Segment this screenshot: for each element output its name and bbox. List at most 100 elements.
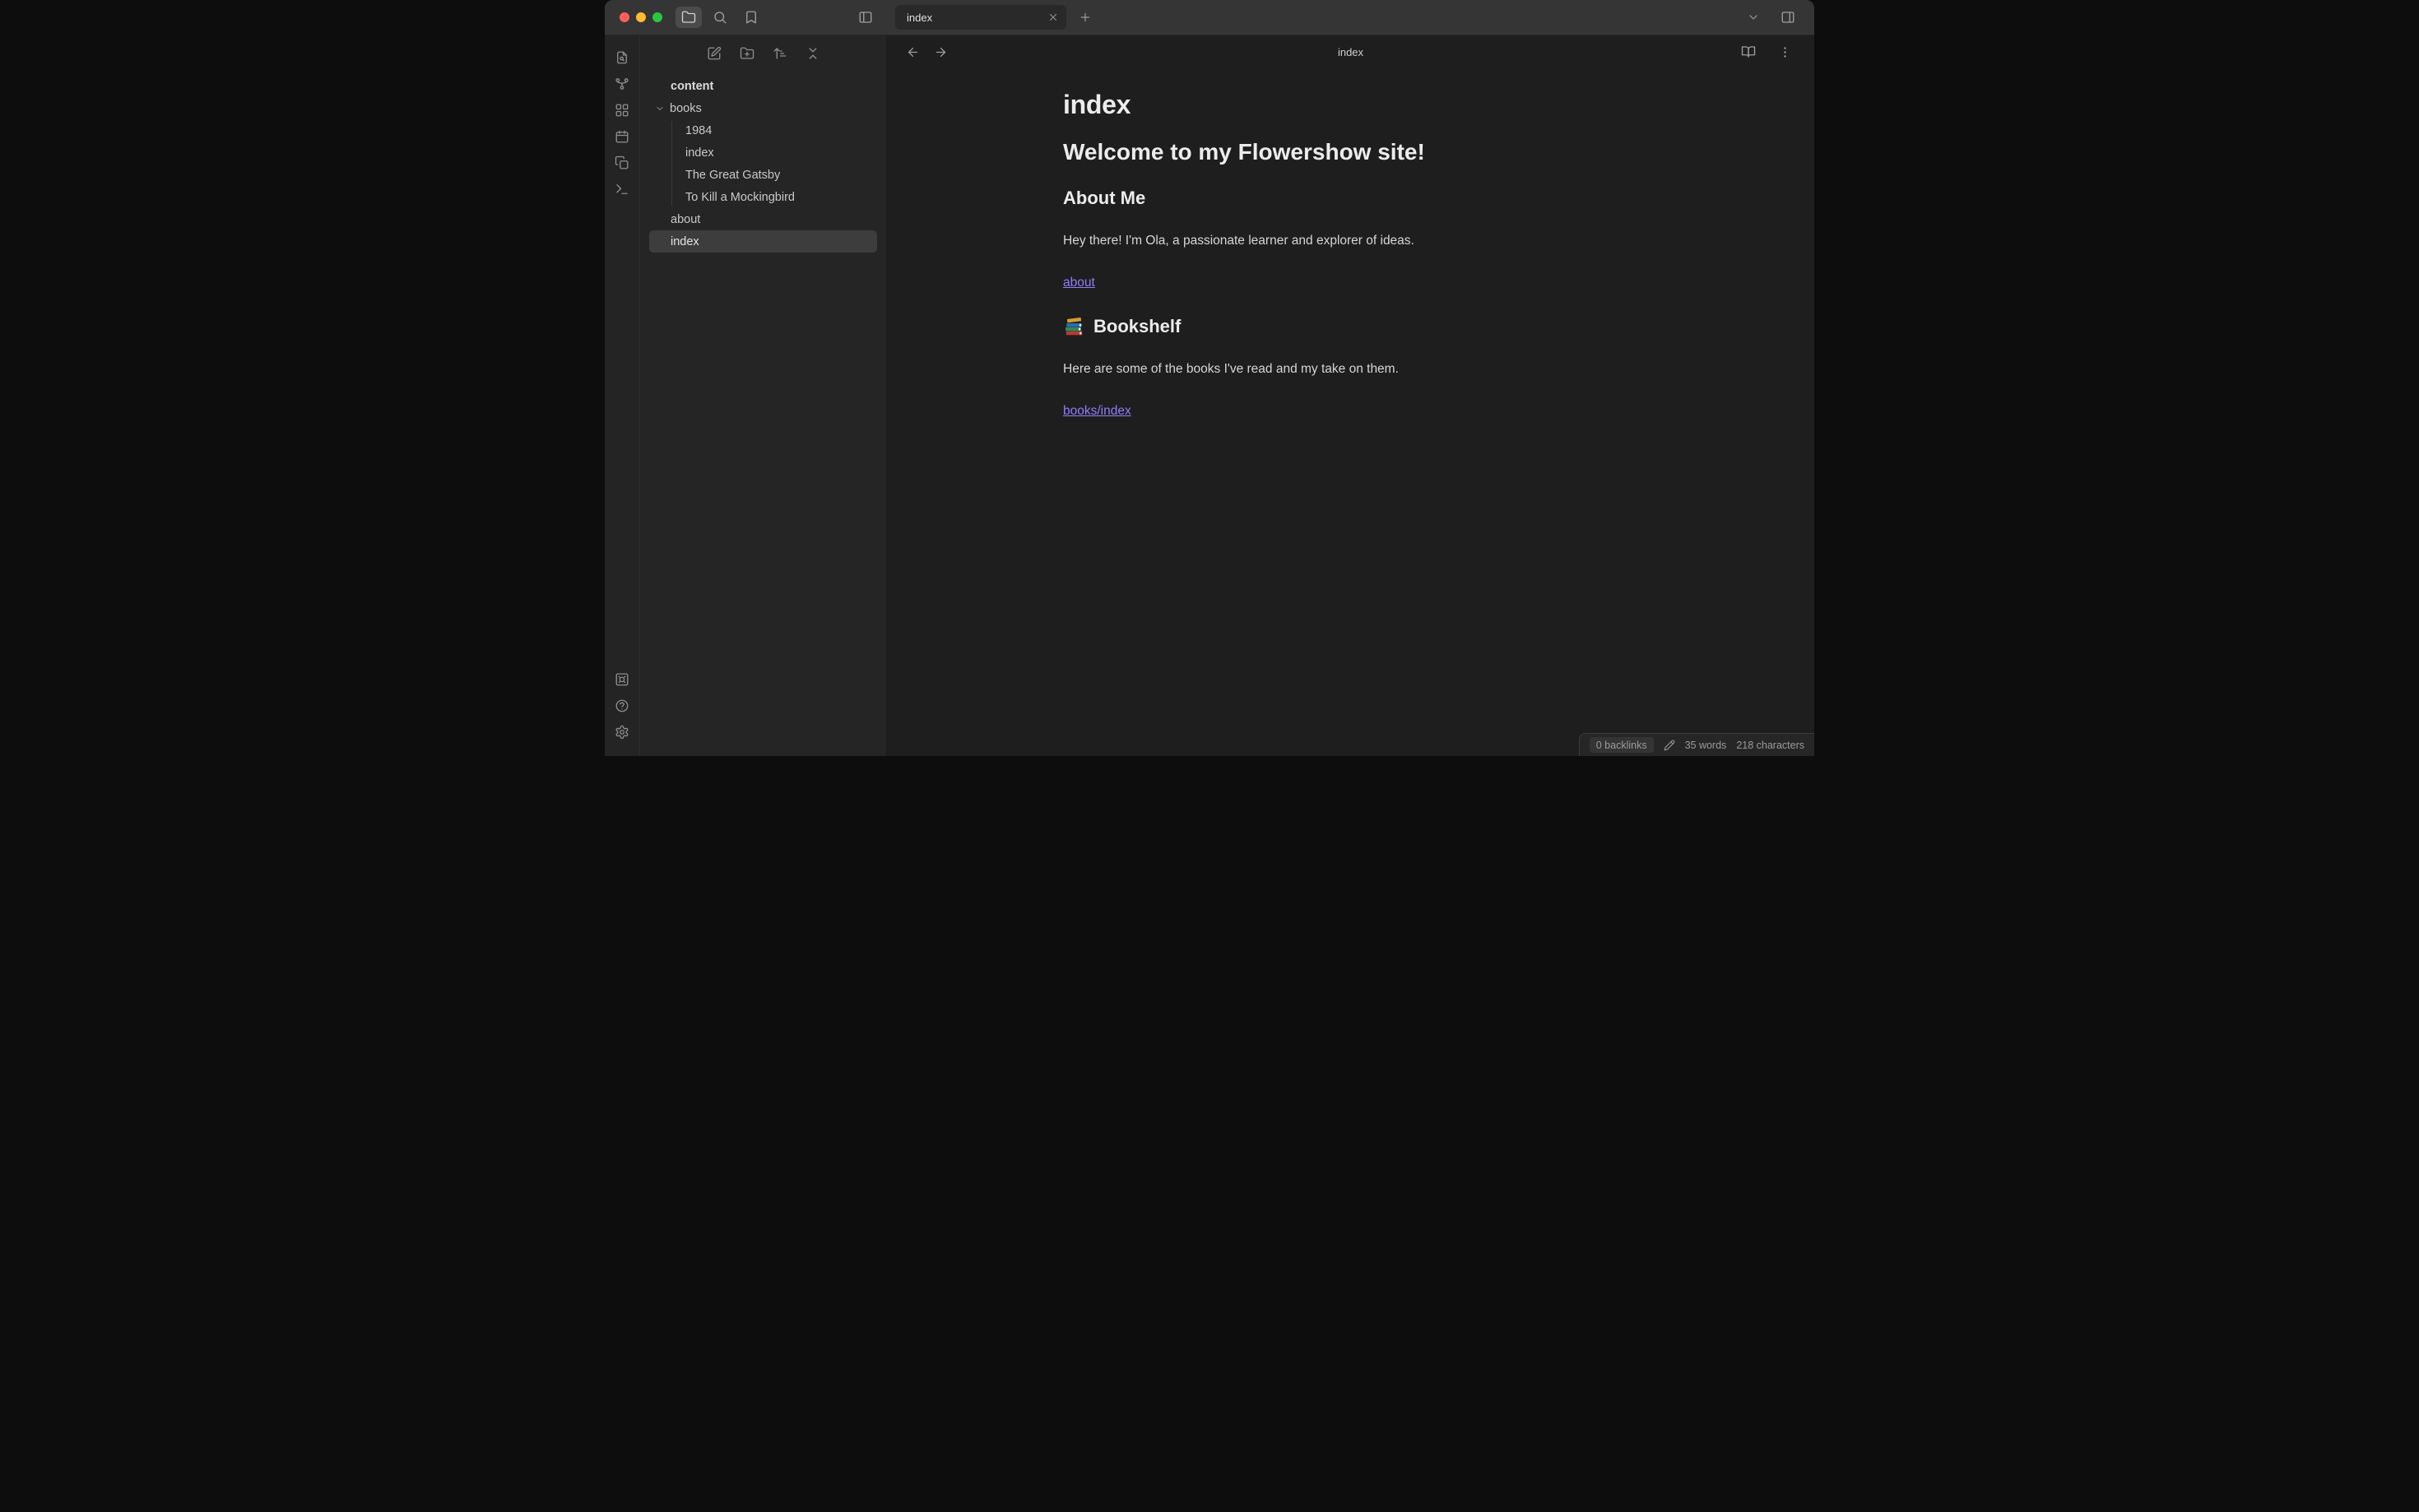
editor-pane: index index Welcome to my: [887, 35, 1814, 756]
folder-icon: [681, 10, 696, 25]
view-header: index: [887, 35, 1814, 68]
minimize-window-button[interactable]: [636, 12, 646, 22]
tree-item-label: about: [671, 213, 700, 226]
right-sidebar-toggle-button[interactable]: [1775, 7, 1801, 28]
status-bar: 0 backlinks 35 words 218 characters: [1579, 733, 1814, 756]
panel-left-icon: [858, 10, 873, 25]
tab-title: index: [907, 12, 1044, 24]
new-note-icon: [707, 46, 722, 61]
tab-index[interactable]: index: [895, 5, 1066, 30]
settings-gear-icon: [615, 725, 629, 740]
close-icon: [1047, 12, 1059, 23]
navigate-forward-button[interactable]: [930, 42, 951, 62]
new-note-button[interactable]: [703, 43, 725, 64]
bookmarks-button[interactable]: [738, 7, 764, 28]
note-inline-title: index: [1063, 90, 1781, 120]
zoom-window-button[interactable]: [652, 12, 662, 22]
tab-close-button[interactable]: [1044, 8, 1062, 26]
tree-file-the-great-gatsby[interactable]: The Great Gatsby: [649, 164, 877, 186]
about-link[interactable]: about: [1063, 276, 1095, 290]
file-search-icon: [615, 50, 629, 65]
books-emoji-icon: [1063, 316, 1085, 338]
bookshelf-paragraph: Here are some of the books I've read and…: [1063, 359, 1781, 378]
new-folder-icon: [740, 46, 754, 61]
note-content: index Welcome to my Flowershow site! Abo…: [887, 68, 1814, 443]
about-heading: About Me: [1063, 187, 1781, 210]
quick-switcher-button[interactable]: [610, 45, 634, 70]
search-button[interactable]: [707, 7, 733, 28]
tree-item-label: books: [670, 102, 702, 115]
pencil-icon[interactable]: [1664, 740, 1675, 751]
help-button[interactable]: [610, 693, 634, 718]
new-tab-button[interactable]: [1075, 7, 1096, 28]
chevron-down-icon: [655, 104, 665, 114]
tree-item-label: The Great Gatsby: [685, 169, 780, 182]
backlinks-count[interactable]: 0 backlinks: [1590, 737, 1654, 753]
vault-title-label: content: [671, 80, 713, 93]
tab-list-button[interactable]: [1740, 7, 1767, 28]
search-icon: [713, 10, 727, 25]
title-bar-right: [1740, 7, 1814, 28]
tree-folder-children: 1984 index The Great Gatsby To Kill a Mo…: [640, 119, 886, 208]
title-bar-left: [605, 0, 887, 35]
copy-icon: [615, 155, 629, 170]
vault-icon: [615, 672, 629, 687]
panel-right-icon: [1781, 10, 1795, 25]
bookshelf-heading-label: Bookshelf: [1093, 315, 1181, 338]
tab-bar: index: [887, 0, 1814, 35]
close-window-button[interactable]: [620, 12, 629, 22]
grid-icon: [615, 103, 629, 118]
tree-file-1984[interactable]: 1984: [649, 119, 877, 141]
insert-template-button[interactable]: [610, 151, 634, 175]
tree-folder-books[interactable]: books: [649, 97, 877, 119]
tree-file-to-kill-a-mockingbird[interactable]: To Kill a Mockingbird: [649, 186, 877, 208]
left-sidebar-toggle-button[interactable]: [852, 7, 879, 28]
arrow-right-icon: [934, 45, 948, 59]
tree-item-label: 1984: [685, 124, 712, 137]
more-options-button[interactable]: [1771, 41, 1798, 63]
about-paragraph: Hey there! I'm Ola, a passionate learner…: [1063, 231, 1781, 250]
files-view-button[interactable]: [676, 7, 702, 28]
book-open-icon: [1741, 44, 1756, 59]
word-count: 35 words: [1685, 740, 1727, 751]
view-header-title: index: [887, 46, 1814, 58]
welcome-heading: Welcome to my Flowershow site!: [1063, 138, 1781, 166]
file-explorer: content books 1984 index The: [640, 35, 887, 756]
settings-button[interactable]: [610, 720, 634, 744]
vault-switcher-button[interactable]: [610, 667, 634, 692]
navigate-back-button[interactable]: [902, 42, 923, 62]
collapse-all-icon: [806, 46, 820, 61]
tree-file-index-selected[interactable]: index: [649, 230, 877, 253]
obsidian-window: index: [605, 0, 1814, 756]
terminal-icon: [615, 182, 629, 197]
collapse-all-button[interactable]: [802, 43, 824, 64]
chevron-down-icon: [1747, 11, 1760, 24]
file-explorer-toolbar: [640, 35, 886, 72]
reading-view-button[interactable]: [1735, 41, 1762, 63]
bookshelf-link[interactable]: books/index: [1063, 404, 1131, 418]
arrow-left-icon: [906, 45, 920, 59]
sort-order-button[interactable]: [769, 43, 791, 64]
calendar-icon: [615, 129, 629, 144]
traffic-lights: [605, 12, 672, 22]
tree-item-label: To Kill a Mockingbird: [685, 191, 795, 204]
command-palette-button[interactable]: [610, 177, 634, 202]
new-folder-button[interactable]: [736, 43, 758, 64]
bookmark-icon: [744, 10, 759, 25]
file-tree: content books 1984 index The: [640, 72, 886, 256]
daily-note-button[interactable]: [610, 124, 634, 149]
character-count: 218 characters: [1736, 740, 1804, 751]
tree-file-books-index[interactable]: index: [649, 141, 877, 164]
tree-item-label: index: [671, 235, 699, 248]
bookshelf-heading: Bookshelf: [1063, 315, 1781, 338]
graph-view-button[interactable]: [610, 72, 634, 96]
vault-title[interactable]: content: [649, 75, 877, 97]
tree-file-about[interactable]: about: [649, 208, 877, 230]
ribbon: [605, 35, 640, 756]
sort-order-icon: [773, 46, 787, 61]
graph-icon: [615, 77, 629, 91]
help-icon: [615, 698, 629, 713]
title-bar: index: [605, 0, 1814, 35]
canvas-button[interactable]: [610, 98, 634, 123]
plus-icon: [1079, 11, 1092, 24]
